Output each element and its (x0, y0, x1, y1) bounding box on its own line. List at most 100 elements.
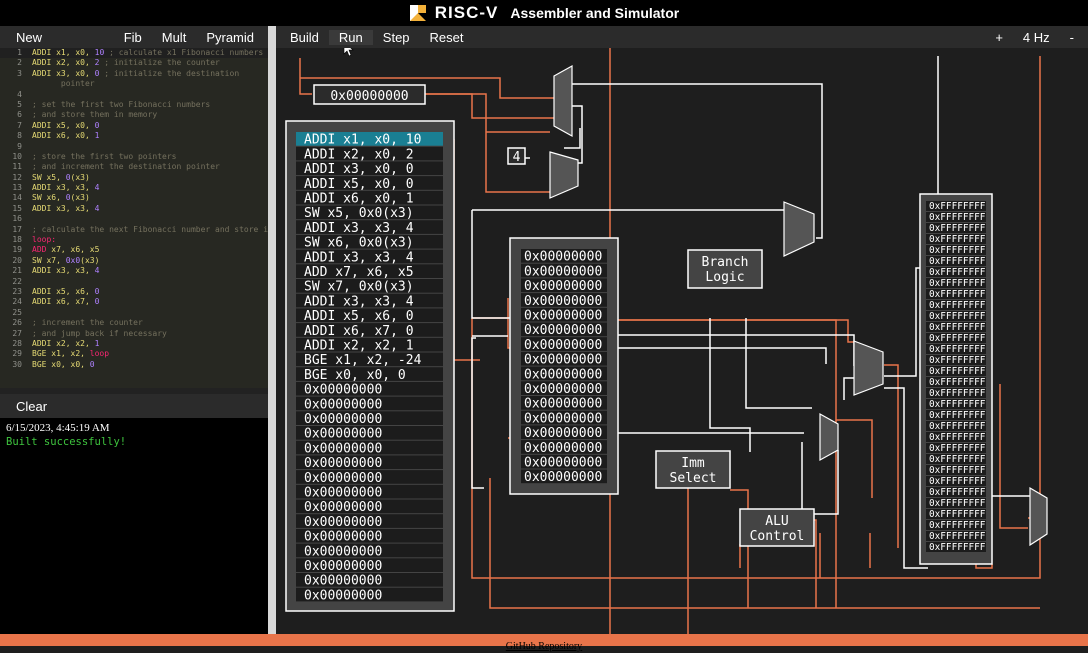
code-line[interactable]: 1 ADDI x1, x0, 10 ; calculate x1 Fibonacc… (0, 48, 268, 59)
code-line[interactable]: 4 (0, 90, 268, 100)
register-value: 0x00000000 (524, 411, 602, 426)
instruction-value: 0x00000000 (304, 397, 382, 412)
instruction-value: BGE x0, x0, 0 (304, 368, 406, 383)
instruction-value: BGE x1, x2, -24 (304, 353, 422, 368)
new-button[interactable]: New (0, 30, 52, 45)
code-line[interactable]: 23 ADDI x5, x6, 0 (0, 287, 268, 297)
code-line[interactable]: 16 (0, 214, 268, 224)
line-number: 7 (17, 120, 22, 130)
code-line[interactable]: 3 ADDI x3, x0, 0 ; initialize the destina… (0, 69, 268, 79)
code-line[interactable]: 22 (0, 277, 268, 287)
app-title: Assembler and Simulator (510, 5, 680, 21)
code-line[interactable]: 19 ADD x7, x6, x5 (0, 245, 268, 255)
memory-value: 0xFFFFFFFF (929, 311, 986, 322)
code-line[interactable]: 29 BGE x1, x2, loop (0, 349, 268, 359)
reset-button[interactable]: Reset (420, 30, 474, 45)
code-token: pointer (32, 79, 95, 89)
instruction-value: ADDI x1, x0, 10 (304, 133, 421, 148)
code-token: (x3) (70, 172, 90, 182)
line-number: 20 (12, 255, 22, 265)
pc-increment-value: 4 (513, 150, 521, 165)
line-number: 2 (17, 58, 22, 68)
register-value: 0x00000000 (524, 456, 602, 471)
code-token: (x3) (70, 193, 90, 203)
line-number: 25 (12, 307, 22, 317)
register-value: 0x00000000 (524, 250, 602, 265)
code-line[interactable]: 8 ADDI x6, x0, 1 (0, 131, 268, 141)
github-link[interactable]: GitHub Repository (506, 641, 582, 652)
code-line[interactable]: 6 ; and store them in memory (0, 110, 268, 120)
increase-frequency-button[interactable]: + (985, 30, 1013, 45)
code-token: ADDI x1, x0, (32, 48, 95, 57)
memory-value: 0xFFFFFFFF (929, 245, 986, 256)
memory-value: 0xFFFFFFFF (929, 234, 986, 245)
pc-value: 0x00000000 (330, 89, 408, 104)
instruction-value: ADDI x3, x3, 4 (304, 294, 414, 309)
code-line[interactable]: pointer (0, 79, 268, 89)
memory-value: 0xFFFFFFFF (929, 278, 986, 289)
step-button[interactable]: Step (373, 30, 420, 45)
memory-value: 0xFFFFFFFF (929, 300, 986, 311)
code-line[interactable]: 12 SW x5, 0(x3) (0, 173, 268, 183)
code-line[interactable]: 28 ADDI x2, x2, 1 (0, 339, 268, 349)
code-line[interactable]: 18 loop: (0, 235, 268, 245)
register-value: 0x00000000 (524, 397, 602, 412)
instruction-value: 0x00000000 (304, 441, 382, 456)
code-line[interactable]: 15 ADDI x3, x3, 4 (0, 204, 268, 214)
code-line[interactable]: 26 ; increment the counter (0, 318, 268, 328)
code-line[interactable]: 27 ; and jump back if necessary (0, 329, 268, 339)
code-line[interactable]: 11 ; and increment the destination pointe… (0, 162, 268, 172)
code-line[interactable]: 20 SW x7, 0x0(x3) (0, 256, 268, 266)
instruction-value: ADDI x3, x3, 4 (304, 221, 414, 236)
code-line[interactable]: 7 ADDI x5, x0, 0 (0, 121, 268, 131)
code-line[interactable]: 25 (0, 308, 268, 318)
line-number: 14 (12, 193, 22, 203)
code-line[interactable]: 5 ; set the first two Fibonacci numbers (0, 100, 268, 110)
console-output: 6/15/2023, 4:45:19 AM Built successfully… (0, 418, 268, 634)
instruction-value: 0x00000000 (304, 544, 382, 559)
register-value: 0x00000000 (524, 441, 602, 456)
clear-button[interactable]: Clear (0, 399, 57, 414)
code-token: ADDI x6, x7, (32, 297, 95, 307)
code-line[interactable]: 10 ; store the first two pointers (0, 152, 268, 162)
decrease-frequency-button[interactable]: - (1060, 30, 1088, 45)
code-token: ADD (32, 245, 47, 255)
instruction-value: 0x00000000 (304, 427, 382, 442)
code-token: ADDI x3, x3, (32, 203, 95, 213)
memory-value: 0xFFFFFFFF (929, 322, 986, 333)
code-line[interactable]: 14 SW x6, 0(x3) (0, 193, 268, 203)
memory-value: 0xFFFFFFFF (929, 454, 986, 465)
mult-button[interactable]: Mult (152, 30, 197, 45)
code-token: ADDI x3, x3, (32, 266, 95, 276)
title-bar: RISC-V Assembler and Simulator (0, 0, 1088, 26)
memory-value: 0xFFFFFFFF (929, 267, 986, 278)
code-line[interactable]: 24 ADDI x6, x7, 0 (0, 297, 268, 307)
code-line[interactable]: 30 BGE x0, x0, 0 (0, 360, 268, 370)
run-button[interactable]: Run (328, 29, 373, 45)
pyramid-button[interactable]: Pyramid (196, 30, 268, 45)
memory-value: 0xFFFFFFFF (929, 509, 986, 520)
code-token: 0x0 (65, 255, 81, 265)
line-number: 21 (12, 266, 22, 276)
line-number: 27 (12, 328, 22, 338)
code-line[interactable]: 17 ; calculate the next Fibonacci number … (0, 225, 268, 235)
line-number: 30 (12, 359, 22, 369)
memory-value: 0xFFFFFFFF (929, 410, 986, 421)
branch-logic-label-2: Logic (705, 270, 744, 285)
code-line[interactable]: 9 (0, 142, 268, 152)
code-token: 0 (94, 297, 100, 307)
fib-button[interactable]: Fib (114, 30, 152, 45)
memory-value: 0xFFFFFFFF (929, 223, 986, 234)
register-value: 0x00000000 (524, 367, 602, 382)
code-token: ; set the first two Fibonacci numbers (32, 99, 211, 109)
code-line[interactable]: 21 ADDI x3, x3, 4 (0, 266, 268, 276)
code-token: SW x6, (32, 193, 66, 203)
code-editor[interactable]: 1 ADDI x1, x0, 10 ; calculate x1 Fibonacc… (0, 48, 268, 388)
vertical-splitter[interactable] (268, 26, 276, 634)
code-line[interactable]: 13 ADDI x3, x3, 4 (0, 183, 268, 193)
code-token: BGE x1, x2, (32, 349, 90, 359)
code-line[interactable]: 2 ADDI x2, x0, 2 ; initialize the counter (0, 58, 268, 68)
instruction-value: 0x00000000 (304, 559, 382, 574)
build-button[interactable]: Build (276, 30, 329, 45)
line-number: 29 (12, 349, 22, 359)
